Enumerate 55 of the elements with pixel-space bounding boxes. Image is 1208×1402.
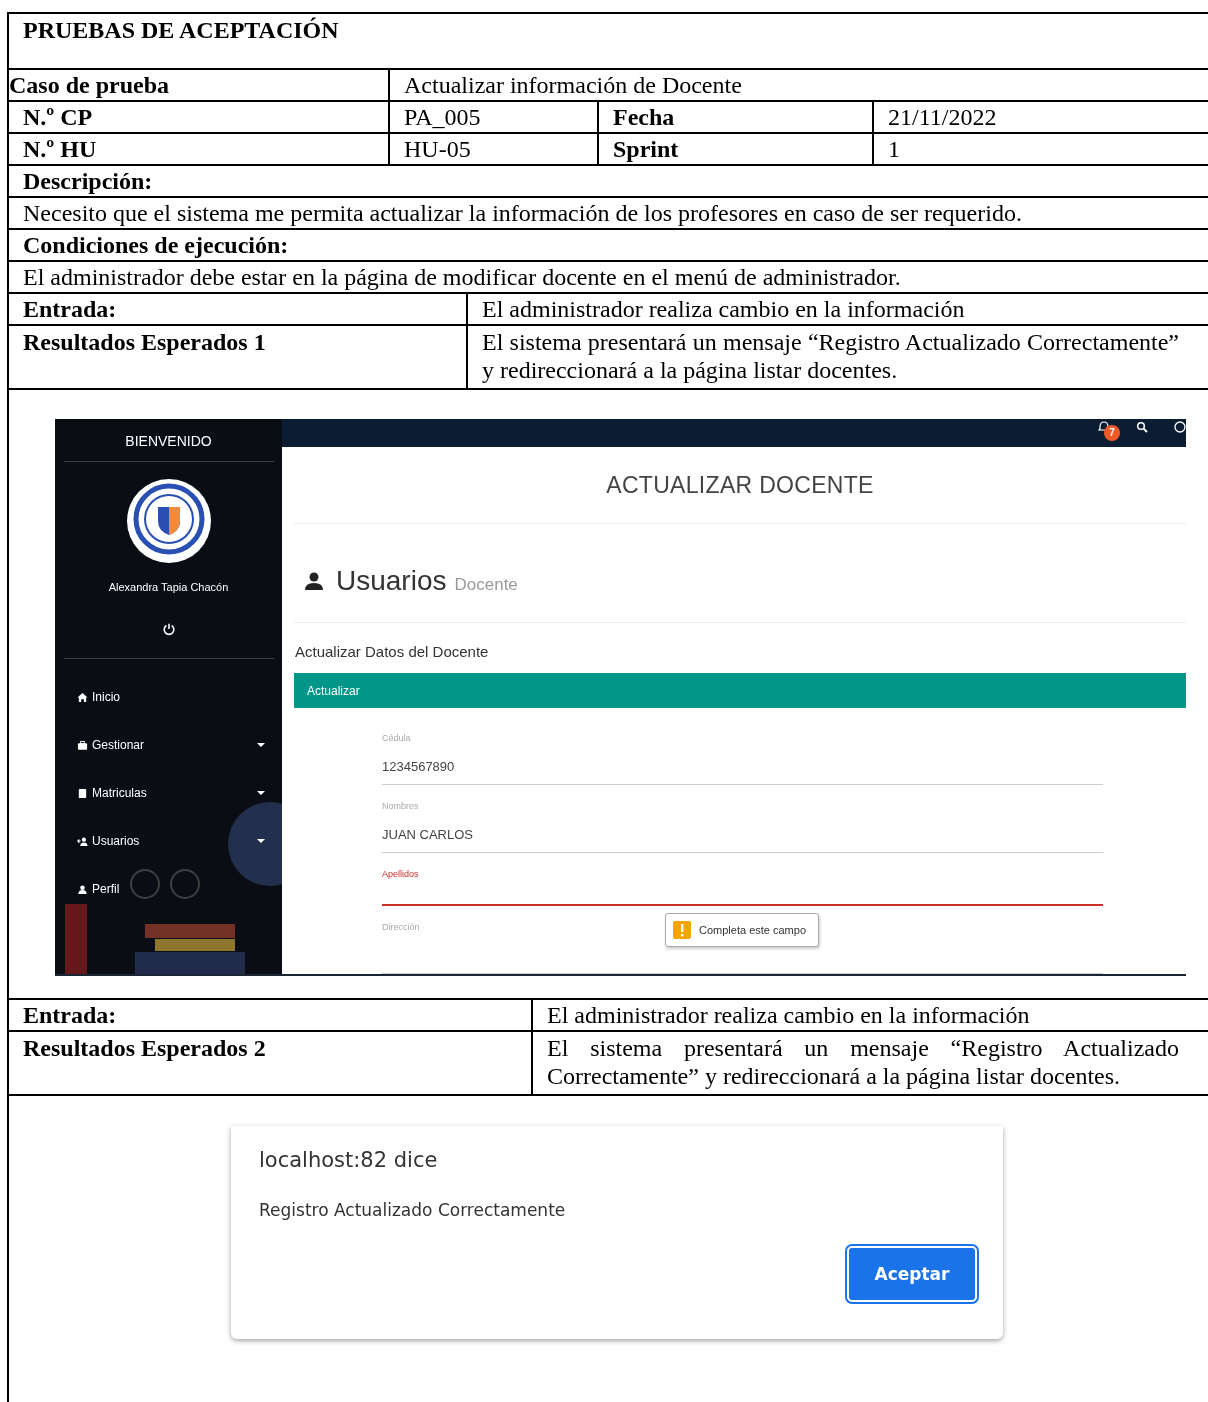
table-cell-text: El sistema presentará un mensaje “Registro Actualizado Correctamente” y redireccionará a la página listar docentes. <box>546 1034 1180 1090</box>
menu-item[interactable]: Gestionar <box>77 731 265 759</box>
add-user-icon <box>77 835 88 847</box>
table-cell-text: Descripción: <box>22 167 154 195</box>
menu-item[interactable]: Matriculas <box>77 779 265 807</box>
table-cell-text: Caso de prueba <box>9 71 171 99</box>
table-cell: 21/11/2022 <box>872 102 1208 132</box>
table-cell-text: N.º CP <box>22 103 94 131</box>
table-cell-text: Necesito que el sistema me permita actualizar la información de los profesores en caso de ser requerido. <box>22 199 1023 227</box>
menu-item[interactable]: Perfil <box>77 875 265 903</box>
notification-badge: 7 <box>1104 425 1120 441</box>
table-cell-text: Entrada: <box>22 1001 118 1029</box>
accept-button[interactable]: Aceptar <box>847 1246 977 1302</box>
table-cell-text: El administrador debe estar en la página de modificar docente en el menú de administrador. <box>22 263 902 291</box>
table-cell-text: El sistema presentará un mensaje “Registro Actualizado Correctamente” y redireccionará a la página listar docentes. <box>481 328 1180 384</box>
power-icon[interactable] <box>161 622 176 636</box>
user-name: Alexandra Tapia Chacón <box>108 580 229 595</box>
person-icon <box>304 571 324 592</box>
page-title: ACTUALIZAR DOCENTE <box>606 470 874 499</box>
table-cell-text: Entrada: <box>22 295 118 323</box>
table-cell-text: N.º HU <box>22 135 98 163</box>
search-icon[interactable] <box>1136 421 1148 433</box>
table-cell: El administrador realiza cambio en la información <box>466 294 1208 324</box>
section-subtitle: Docente <box>454 574 518 597</box>
table-cell-text: Resultados Esperados 2 <box>22 1034 267 1062</box>
person-icon <box>77 883 88 895</box>
table-cell: El administrador realiza cambio en la información <box>531 1000 1208 1030</box>
book-icon <box>77 787 88 799</box>
table-cell: Fecha <box>597 102 872 132</box>
input-field[interactable]: Apellidos <box>382 868 1103 906</box>
menu-item[interactable]: Inicio <box>77 683 265 711</box>
dialog-title: localhost:82 dice <box>259 1147 439 1174</box>
input-field[interactable]: Nombres JUAN CARLOS <box>382 800 1103 853</box>
table-cell: Actualizar información de Docente <box>388 70 1208 100</box>
home-icon <box>77 691 88 703</box>
warning-icon <box>673 921 691 939</box>
caret-icon <box>257 791 265 795</box>
caret-icon <box>257 743 265 747</box>
section-title: Usuarios <box>336 567 447 596</box>
briefcase-icon <box>77 739 88 751</box>
panel-header: Actualizar <box>294 673 1186 708</box>
input-field[interactable]: Cédula 1234567890 <box>382 732 1103 785</box>
table-cell-text: Resultados Esperados 1 <box>22 328 267 356</box>
table-cell: Sprint <box>597 134 872 164</box>
school-logo-icon <box>126 479 211 563</box>
table-cell: HU-05 <box>388 134 597 164</box>
validation-tooltip: Completa este campo <box>665 913 819 947</box>
table-cell: 1 <box>872 134 1208 164</box>
welcome-text: BIENVENIDO <box>125 433 212 449</box>
table-title: PRUEBAS DE ACEPTACIÓN <box>22 16 340 44</box>
form-title: Actualizar Datos del Docente <box>295 643 490 662</box>
table-cell-text: Condiciones de ejecución: <box>22 231 290 259</box>
bell-icon[interactable] <box>1098 421 1110 433</box>
dialog-message: Registro Actualizado Correctamente <box>259 1199 567 1222</box>
table-cell: PA_005 <box>388 102 597 132</box>
